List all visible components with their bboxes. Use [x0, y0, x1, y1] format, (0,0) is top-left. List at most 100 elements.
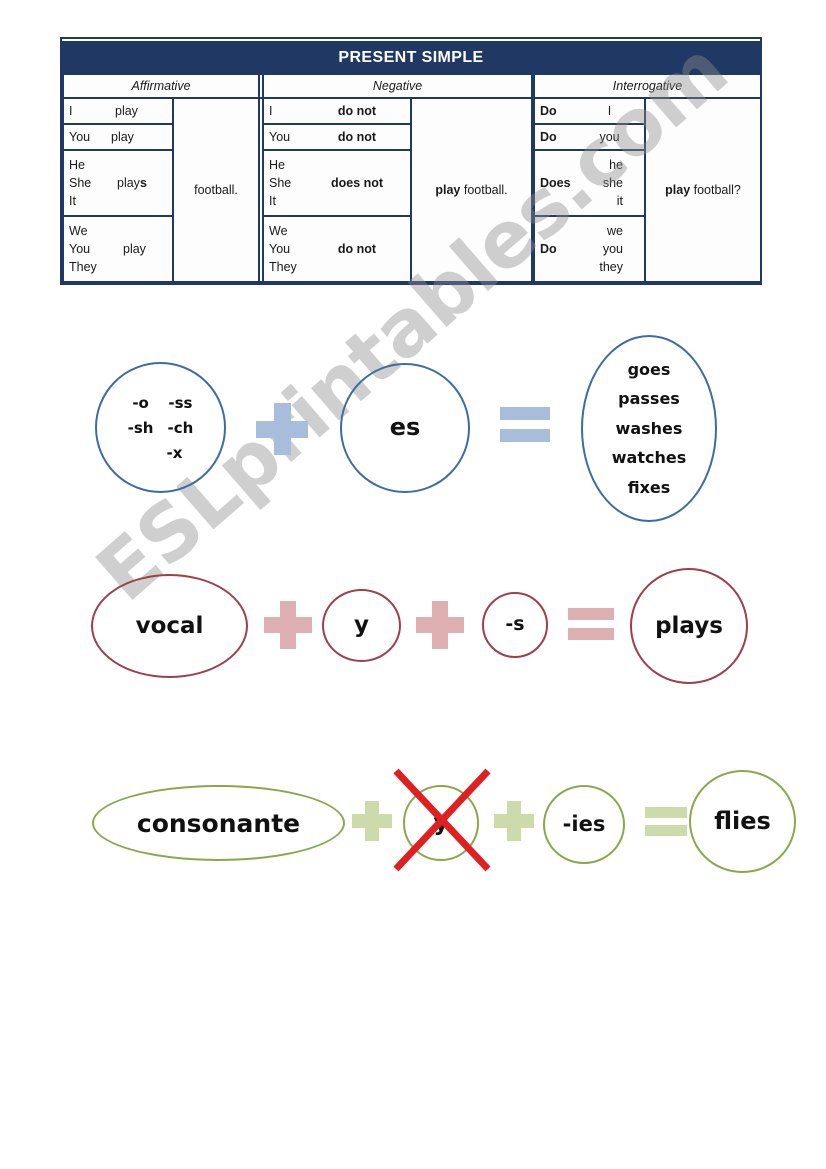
- green-plus-icon-1: [352, 801, 392, 841]
- int-subjects-4: we you they: [580, 222, 639, 276]
- ending-o: -o: [132, 393, 149, 412]
- neg-subject-1: I: [269, 103, 273, 118]
- int-complement-verb: play: [665, 183, 691, 197]
- neg-subject-3b: She: [269, 175, 292, 190]
- table-title: PRESENT SIMPLE: [62, 39, 760, 73]
- neg-aux-4: do not: [337, 242, 377, 256]
- header-interrogative: Interrogative: [533, 73, 763, 99]
- blue-examples-list: goes passes washes watches fixes: [612, 355, 686, 503]
- neg-cell-1: I do not: [262, 97, 413, 125]
- int-subject-3b: she: [602, 175, 624, 190]
- aff-cell-4: We You They play: [62, 215, 174, 283]
- green-plus-icon-2: [494, 801, 534, 841]
- example-fixes: fixes: [627, 477, 671, 497]
- example-watches: watches: [611, 448, 687, 468]
- red-plus-icon-1: [264, 601, 312, 649]
- aff-subject-3b: She: [69, 175, 92, 190]
- int-subjects-3: he she it: [580, 156, 639, 210]
- green-result-text: flies: [714, 806, 771, 835]
- neg-subject-2: You: [269, 129, 291, 144]
- neg-subject-3c: It: [269, 194, 276, 209]
- blue-suffix-circle: es: [340, 363, 470, 493]
- table-header-row: Affirmative Negative Interrogative: [61, 73, 763, 99]
- blue-endings-list: -o -ss -sh -ch -x: [128, 394, 194, 462]
- ending-x: -x: [166, 443, 183, 462]
- ending-ch: -ch: [167, 418, 194, 437]
- neg-subject-4b: You: [269, 241, 291, 256]
- aff-cell-3: He She It plays: [62, 149, 174, 217]
- red-suffix-circle: -s: [482, 592, 548, 658]
- int-cell-1: Do I: [533, 97, 647, 125]
- neg-aux-3: does not: [330, 176, 384, 190]
- int-cell-3: Does he she it: [533, 149, 647, 217]
- neg-complement-verb: play: [435, 183, 461, 197]
- neg-subject-3a: He: [269, 157, 285, 172]
- aff-verb-3-stem: play: [117, 176, 140, 190]
- header-negative: Negative: [262, 73, 534, 99]
- blue-suffix-text: es: [389, 413, 421, 442]
- aff-verb-2: play: [111, 130, 134, 144]
- aff-subject-3c: It: [69, 194, 76, 209]
- int-aux-3: Does: [540, 175, 571, 190]
- conjugation-grid: Affirmative Negative Interrogative I pla…: [61, 73, 763, 283]
- cross-out-icon: [393, 768, 491, 872]
- red-y-text: y: [354, 612, 369, 639]
- aff-verb-1: play: [115, 104, 138, 118]
- neg-subjects-3: He She It: [269, 156, 309, 210]
- red-plus-icon-2: [416, 601, 464, 649]
- aff-subject-4a: We: [69, 223, 88, 238]
- aff-subject-3a: He: [69, 157, 85, 172]
- red-result-circle: plays: [630, 568, 748, 684]
- neg-subject-4c: They: [269, 260, 297, 275]
- aff-subject-4c: They: [69, 260, 97, 275]
- int-complement-rest: football?: [690, 183, 741, 197]
- present-simple-table: PRESENT SIMPLE Affirmative Negative Inte…: [60, 37, 763, 285]
- ending-sh: -sh: [127, 418, 154, 437]
- neg-aux-2: do not: [337, 130, 377, 144]
- aff-verb-3: plays: [109, 176, 167, 190]
- worksheet-page: ESLprintables.com PRESENT SIMPLE Affirma…: [0, 0, 826, 1169]
- neg-cell-4: We You They do not: [262, 215, 413, 283]
- aff-subjects-3: He She It: [69, 156, 109, 210]
- aff-subject-2: You: [69, 129, 91, 144]
- neg-complement-rest: football.: [460, 183, 508, 197]
- int-subject-2: you: [599, 130, 620, 144]
- aff-cell-1: I play: [62, 97, 174, 125]
- int-subject-4a: we: [607, 223, 624, 238]
- blue-equals-icon: [500, 407, 550, 447]
- neg-complement: play football.: [410, 97, 534, 283]
- green-consonante-text: consonante: [136, 808, 301, 838]
- int-cell-2: Do you: [533, 123, 647, 151]
- neg-subjects-4: We You They: [269, 222, 309, 276]
- example-washes: washes: [615, 418, 683, 438]
- red-result-text: plays: [655, 612, 723, 639]
- int-subject-1: I: [607, 104, 612, 118]
- blue-examples-ellipse: goes passes washes watches fixes: [581, 335, 717, 522]
- green-result-circle: flies: [689, 770, 796, 873]
- int-cell-4: Do we you they: [533, 215, 647, 283]
- aff-cell-2: You play: [62, 123, 174, 151]
- green-consonante-ellipse: consonante: [92, 785, 345, 861]
- aff-subjects-4: We You They: [69, 222, 109, 276]
- int-complement: play football?: [644, 97, 763, 283]
- red-suffix-text: -s: [505, 613, 525, 636]
- int-aux-4: Do: [540, 241, 557, 256]
- red-vocal-text: vocal: [135, 612, 204, 639]
- green-suffix-text: -ies: [562, 811, 606, 836]
- ending-ss: -ss: [168, 393, 193, 412]
- neg-aux-1: do not: [337, 104, 377, 118]
- int-aux-1: Do: [540, 103, 557, 118]
- example-goes: goes: [627, 359, 671, 379]
- red-vocal-ellipse: vocal: [91, 574, 248, 678]
- red-equals-icon: [568, 608, 614, 644]
- table-row: I play football. I do not play football.: [62, 97, 763, 283]
- green-equals-icon: [645, 807, 687, 839]
- neg-cell-2: You do not: [262, 123, 413, 151]
- aff-subject-4b: You: [69, 241, 91, 256]
- aff-verb-4: play: [123, 242, 146, 256]
- neg-cell-3: He She It does not: [262, 149, 413, 217]
- blue-plus-icon: [256, 403, 308, 455]
- example-passes: passes: [618, 389, 680, 409]
- header-affirmative: Affirmative: [61, 73, 261, 99]
- aff-subject-1: I: [69, 103, 73, 118]
